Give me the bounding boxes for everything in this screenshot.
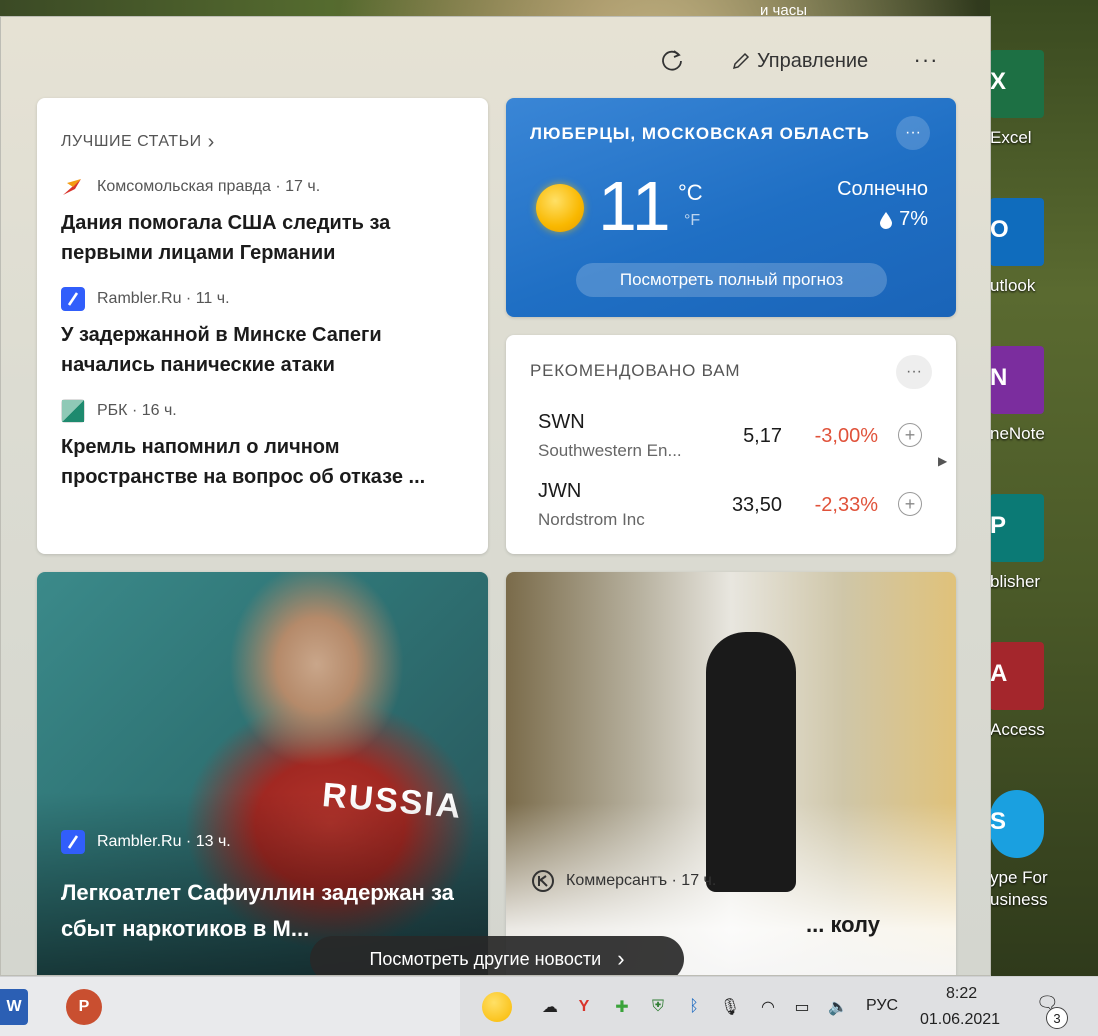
- news-image-silhouette: [706, 632, 796, 892]
- weather-more-button[interactable]: ···: [896, 116, 930, 150]
- more-icon: ···: [905, 124, 921, 141]
- story-item[interactable]: Комсомольская правда · 17 ч. Дания помог…: [61, 174, 464, 268]
- more-news-button[interactable]: Посмотреть другие новости ›: [310, 936, 684, 975]
- news-title: ... колу: [806, 912, 880, 937]
- stock-row[interactable]: SWN Southwestern En... 5,17 -3,00% +: [538, 411, 928, 469]
- news-source: Коммерсантъ · 17 ч.: [530, 868, 716, 894]
- yandex-icon[interactable]: Y: [572, 995, 596, 1019]
- desktop-icon-outlook[interactable]: O utlook: [990, 198, 1098, 338]
- desktop-icon-excel[interactable]: X Excel: [990, 50, 1098, 190]
- rambler-logo-icon: [61, 830, 85, 854]
- desktop-icon-label: Access: [990, 720, 1045, 739]
- powerpoint-taskbar-icon[interactable]: P: [66, 989, 102, 1025]
- chevron-right-icon: ›: [617, 946, 625, 971]
- news-card-school[interactable]: Коммерсантъ · 17 ч. ... колу: [506, 572, 956, 975]
- clock-time[interactable]: 8:22: [946, 985, 977, 1003]
- kp-logo-icon: [61, 175, 85, 199]
- desktop-icon-skype[interactable]: S ype For usiness: [990, 790, 1098, 930]
- clock-date[interactable]: 01.06.2021: [920, 1011, 1000, 1029]
- manage-button[interactable]: Управление: [731, 47, 868, 75]
- top-stories-heading[interactable]: ЛУЧШИЕ СТАТЬИ ›: [61, 128, 464, 156]
- story-item[interactable]: РБК · 16 ч. Кремль напомнил о личном про…: [61, 398, 464, 492]
- notification-count-badge: 3: [1046, 1007, 1068, 1029]
- desktop-icon-onenote[interactable]: N neNote: [990, 346, 1098, 486]
- chevron-right-icon: ›: [207, 130, 215, 153]
- desktop-icon-label: blisher: [990, 572, 1041, 591]
- kommersant-logo-icon: [532, 870, 554, 892]
- stock-symbol: JWN: [538, 480, 582, 502]
- weather-precipitation: 7%: [879, 208, 928, 231]
- plus-icon: +: [904, 425, 916, 445]
- fahrenheit-toggle[interactable]: °F: [684, 212, 700, 230]
- system-tray: ☁ Y ✚ ⛨ ᛒ 🎙 ◠ ▭ 🔈: [460, 977, 1098, 1036]
- more-icon: ···: [906, 363, 922, 380]
- add-stock-button[interactable]: +: [898, 492, 922, 516]
- taskbar: W P ☁ Y ✚ ⛨ ᛒ 🎙 ◠ ▭ 🔈 РУС 8:22 01.06.202…: [0, 976, 1098, 1036]
- next-arrow-icon[interactable]: ▶: [938, 454, 947, 468]
- plus-shield-icon[interactable]: ✚: [610, 995, 634, 1019]
- refresh-icon: [662, 50, 682, 71]
- sun-icon: [536, 184, 584, 232]
- word-taskbar-icon[interactable]: W: [0, 989, 28, 1025]
- stock-change: -2,33%: [814, 494, 878, 516]
- story-title: Кремль напомнил о личном пространстве на…: [61, 436, 426, 488]
- story-item[interactable]: Rambler.Ru · 11 ч. У задержанной в Минск…: [61, 286, 464, 380]
- cloud-icon[interactable]: ☁: [538, 995, 562, 1019]
- weather-taskbar-icon[interactable]: [482, 992, 512, 1022]
- bluetooth-icon[interactable]: ᛒ: [682, 995, 706, 1019]
- more-options-button[interactable]: ···: [911, 45, 941, 75]
- story-title: У задержанной в Минске Сапеги начались п…: [61, 324, 382, 376]
- story-title: Дания помогала США следить за первыми ли…: [61, 212, 391, 264]
- microphone-icon[interactable]: 🎙: [718, 995, 742, 1019]
- weather-condition: Солнечно: [837, 178, 928, 200]
- news-card-athlete[interactable]: RUSSIA Rambler.Ru · 13 ч. Легкоатлет Саф…: [37, 572, 488, 975]
- recommended-card: РЕКОМЕНДОВАНО ВАМ ··· SWN Southwestern E…: [506, 335, 956, 554]
- story-source: Rambler.Ru · 11 ч.: [97, 290, 230, 307]
- weather-location: ЛЮБЕРЦЫ, МОСКОВСКАЯ ОБЛАСТЬ: [530, 124, 870, 143]
- more-icon: ···: [913, 47, 939, 72]
- story-source: Комсомольская правда · 17 ч.: [97, 178, 321, 195]
- stock-row[interactable]: JWN Nordstrom Inc 33,50 -2,33% +: [538, 480, 928, 538]
- manage-label: Управление: [757, 49, 869, 72]
- recommended-heading: РЕКОМЕНДОВАНО ВАМ: [530, 361, 741, 380]
- weather-temperature: 11: [598, 167, 671, 245]
- weather-card[interactable]: ЛЮБЕРЦЫ, МОСКОВСКАЯ ОБЛАСТЬ ··· 11 °C °F…: [506, 98, 956, 317]
- volume-icon[interactable]: 🔈: [826, 995, 850, 1019]
- desktop-icon-label-line2: usiness: [990, 890, 1048, 909]
- refresh-button[interactable]: [659, 45, 689, 75]
- add-stock-button[interactable]: +: [898, 423, 922, 447]
- stock-name: Nordstrom Inc: [538, 510, 645, 529]
- desktop-icon-label: neNote: [990, 424, 1045, 443]
- top-stories-card: ЛУЧШИЕ СТАТЬИ › Комсомольская правда · 1…: [37, 98, 488, 554]
- battery-icon[interactable]: ▭: [790, 995, 814, 1019]
- desktop-icon-label: ype For: [990, 868, 1048, 887]
- story-source: РБК · 16 ч.: [97, 402, 177, 419]
- desktop-icon-publisher[interactable]: P blisher: [990, 494, 1098, 634]
- desktop-icon-label: utlook: [990, 276, 1036, 295]
- desktop-icon-label: Excel: [990, 128, 1032, 147]
- rambler-logo-icon: [61, 287, 85, 311]
- plus-icon: +: [904, 494, 916, 514]
- stock-symbol: SWN: [538, 411, 585, 433]
- pencil-icon: [732, 52, 750, 70]
- language-indicator[interactable]: РУС: [866, 997, 898, 1015]
- widgets-panel: Управление ··· ЛУЧШИЕ СТАТЬИ › Комсомоль…: [0, 16, 991, 976]
- stock-price: 5,17: [743, 425, 782, 447]
- wifi-icon[interactable]: ◠: [756, 995, 780, 1019]
- desktop-icon-access[interactable]: A Access: [990, 642, 1098, 782]
- stock-name: Southwestern En...: [538, 441, 682, 460]
- stock-price: 33,50: [731, 494, 782, 516]
- droplet-icon: [880, 211, 893, 229]
- rbc-logo-icon: [61, 399, 85, 423]
- security-shield-icon[interactable]: ⛨: [646, 995, 670, 1019]
- recommended-more-button[interactable]: ···: [896, 355, 932, 389]
- news-source: Rambler.Ru · 13 ч.: [61, 830, 231, 854]
- celsius-toggle[interactable]: °C: [678, 180, 703, 206]
- stock-change: -3,00%: [814, 425, 878, 447]
- full-forecast-button[interactable]: Посмотреть полный прогноз: [576, 263, 887, 297]
